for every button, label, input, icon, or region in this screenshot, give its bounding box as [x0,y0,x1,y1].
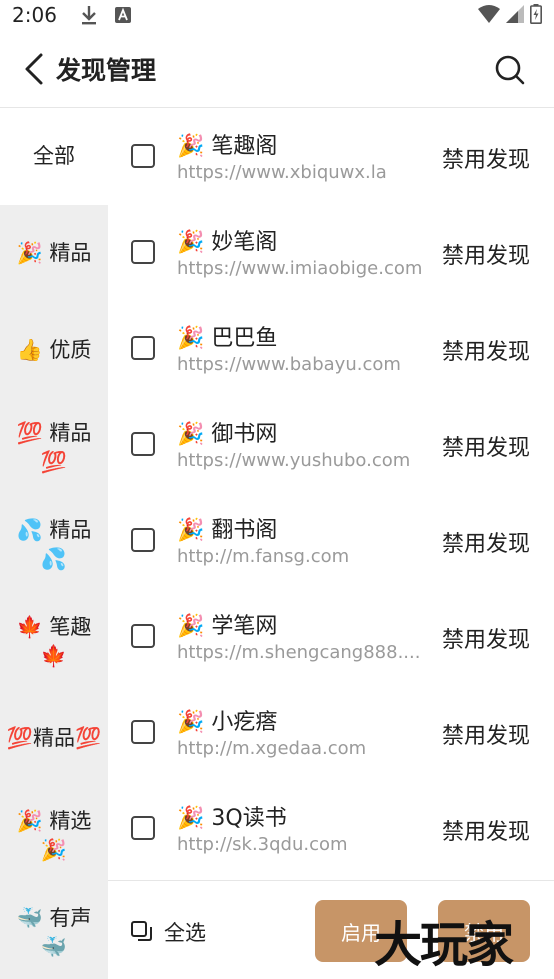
disable-explore-button[interactable]: 禁用发现 [442,526,530,558]
group-item[interactable]: 💯精品💯 [0,690,108,787]
group-item[interactable]: 💦 精品 💦 [0,496,108,593]
disable-explore-button[interactable]: 禁用发现 [442,718,530,750]
status-time: 2:06 [12,3,57,27]
group-item[interactable]: 🍁 笔趣 🍁 [0,593,108,690]
list-item: 🎉 3Q读书 http://sk.3qdu.com 禁用发现 [108,780,554,876]
group-item[interactable]: 👍 优质 [0,302,108,399]
group-label: 🍁 笔趣 🍁 [16,614,92,668]
group-label: 💦 精品 💦 [16,517,92,571]
source-name: 🎉 3Q读书 [177,806,287,831]
source-url: https://www.xbiquwx.la [177,162,387,183]
group-item[interactable]: 🐳 有声 🐳 [0,884,108,979]
source-checkbox[interactable] [131,432,155,456]
select-all-icon [131,921,152,941]
battery-icon [530,4,542,28]
group-item[interactable]: 🎉 精选 🎉 [0,787,108,884]
group-item[interactable]: 🎉 精品 [0,205,108,302]
disable-explore-button[interactable]: 禁用发现 [442,622,530,654]
list-item: 🎉 学笔网 https://m.shengcang888.... 禁用发现 [108,588,554,684]
group-item-all[interactable]: 全部 [0,108,108,205]
search-icon [495,55,525,85]
wifi-icon [478,5,500,27]
group-sidebar: 全部 🎉 精品 👍 优质 💯 精品 💯 💦 精品 💦 🍁 笔趣 🍁 💯精品💯 🎉… [0,108,108,979]
back-button[interactable] [14,49,54,89]
disable-explore-button[interactable]: 禁用发现 [442,238,530,270]
source-checkbox[interactable] [131,624,155,648]
source-name: 🎉 妙笔阁 [177,230,278,255]
group-label: 💯 精品 💯 [16,420,92,474]
source-url: https://www.babayu.com [177,354,401,375]
source-checkbox[interactable] [131,528,155,552]
source-checkbox[interactable] [131,144,155,168]
page-title: 发现管理 [56,55,157,85]
download-icon [79,5,99,25]
source-name: 🎉 翻书阁 [177,518,278,543]
chevron-left-icon [25,53,43,84]
source-checkbox[interactable] [131,816,155,840]
group-label: 🎉 精选 🎉 [16,808,92,862]
toolbar: 发现管理 [0,30,554,108]
source-list: 🎉 笔趣阁 https://www.xbiquwx.la 禁用发现 🎉 妙笔阁 … [108,108,554,880]
cell-signal-icon [506,5,524,27]
select-all-button[interactable]: 全选 [130,917,206,947]
group-label: 全部 [33,144,75,168]
group-label: 🐳 有声 🐳 [16,905,92,959]
group-item[interactable]: 💯 精品 💯 [0,399,108,496]
disable-explore-button[interactable]: 禁用发现 [442,142,530,174]
disable-explore-button[interactable]: 禁用发现 [442,334,530,366]
disable-explore-button[interactable]: 禁用发现 [442,430,530,462]
source-url: http://sk.3qdu.com [177,834,348,855]
source-name: 🎉 御书网 [177,422,278,447]
list-item: 🎉 翻书阁 http://m.fansg.com 禁用发现 [108,492,554,588]
source-checkbox[interactable] [131,720,155,744]
select-all-label: 全选 [164,921,206,945]
status-right [478,4,542,28]
source-url: https://www.imiaobige.com [177,258,423,279]
source-checkbox[interactable] [131,240,155,264]
watermark-text: 大玩家 [374,917,514,973]
list-item: 🎉 御书网 https://www.yushubo.com 禁用发现 [108,396,554,492]
group-label: 🎉 精品 [16,241,92,265]
font-app-icon [113,5,133,25]
list-item: 🎉 巴巴鱼 https://www.babayu.com 禁用发现 [108,300,554,396]
search-button[interactable] [490,50,530,90]
source-name: 🎉 巴巴鱼 [177,326,278,351]
source-name: 🎉 小疙瘩 [177,710,278,735]
group-label: 👍 优质 [16,338,92,362]
source-url: http://m.fansg.com [177,546,350,567]
source-name: 🎉 笔趣阁 [177,134,278,159]
source-url: https://www.yushubo.com [177,450,411,471]
list-item: 🎉 妙笔阁 https://www.imiaobige.com 禁用发现 [108,204,554,300]
source-checkbox[interactable] [131,336,155,360]
disable-explore-button[interactable]: 禁用发现 [442,814,530,846]
list-item: 🎉 笔趣阁 https://www.xbiquwx.la 禁用发现 [108,108,554,204]
status-bar: 2:06 [0,0,554,30]
source-url: http://m.xgedaa.com [177,738,367,759]
list-item: 🎉 小疙瘩 http://m.xgedaa.com 禁用发现 [108,684,554,780]
group-label: 💯精品💯 [6,726,102,750]
source-name: 🎉 学笔网 [177,614,278,639]
source-url: https://m.shengcang888.... [177,642,421,663]
